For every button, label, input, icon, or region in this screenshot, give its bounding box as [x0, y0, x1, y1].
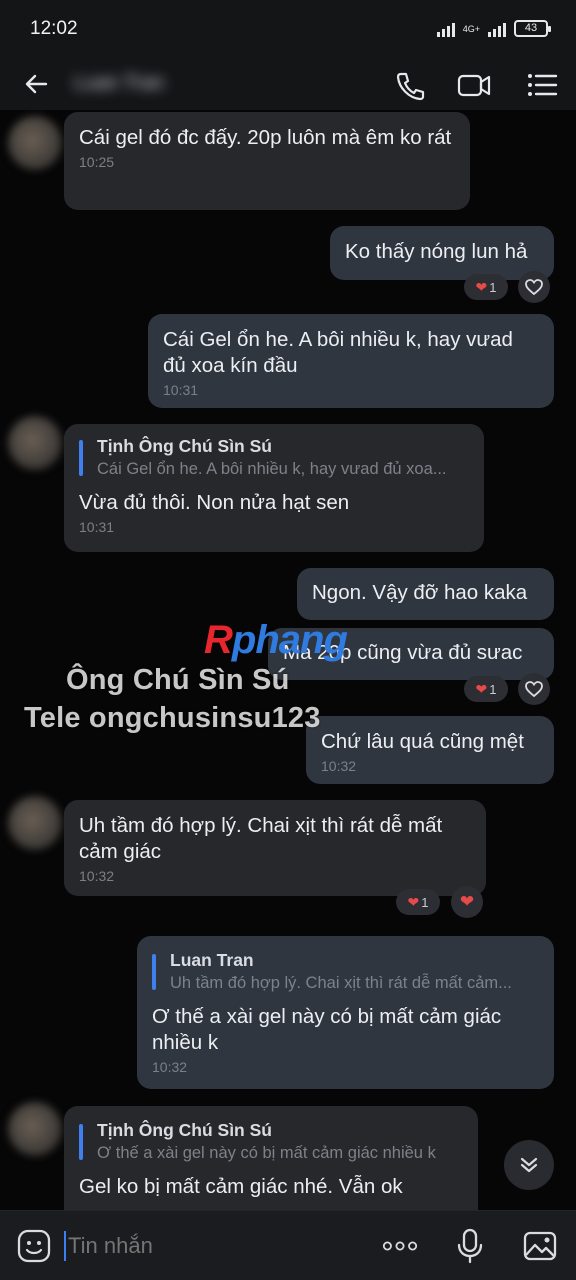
avatar[interactable] [8, 416, 62, 470]
watermark-text: Ông Chú Sìn Sú [66, 664, 290, 696]
more-dots-icon[interactable] [382, 1228, 418, 1264]
message-text: Uh tầm đó hợp lý. Chai xịt thì rát dễ mấ… [79, 814, 443, 863]
heart-icon: ❤ [459, 892, 475, 911]
quote-text: Cái Gel ổn he. A bôi nhiều k, hay vưad đ… [97, 460, 447, 478]
reaction-badge[interactable]: ❤ 1 [464, 676, 508, 702]
react-button[interactable]: ❤ [451, 886, 483, 918]
status-time: 12:02 [30, 18, 78, 39]
status-icons: 4G+ 43 [436, 20, 551, 37]
reaction-count: 1 [489, 279, 497, 295]
signal-icon [488, 21, 506, 37]
heart-icon: ❤ [407, 893, 420, 910]
chevron-down-icon [520, 1157, 538, 1173]
message-outgoing[interactable]: Ngon. Vậy đỡ hao kaka [297, 568, 554, 620]
avatar[interactable] [8, 116, 62, 170]
scroll-to-bottom-button[interactable] [504, 1140, 554, 1190]
message-incoming[interactable]: Uh tầm đó hợp lý. Chai xịt thì rát dễ mấ… [64, 800, 486, 896]
message-text: Ơ thế a xài gel này có bị mất cảm giác n… [152, 1005, 502, 1054]
video-camera-icon[interactable] [456, 68, 492, 102]
react-button[interactable] [518, 271, 550, 303]
message-outgoing[interactable]: Ko thấy nóng lun hả [330, 226, 554, 280]
quoted-message[interactable]: Tịnh Ông Chú Sìn Sú Ơ thế a xài gel này … [79, 1118, 464, 1164]
menu-icon[interactable] [524, 68, 560, 102]
heart-icon [525, 681, 543, 698]
message-text: Cái gel đó đc đấy. 20p luôn mà êm ko rát [79, 126, 452, 149]
quote-author: Tịnh Ông Chú Sìn Sú [97, 1120, 272, 1140]
message-outgoing[interactable]: Mà 20p cũng vừa đủ sưac [268, 628, 554, 680]
message-incoming[interactable]: Cái gel đó đc đấy. 20p luôn mà êm ko rát… [64, 112, 470, 210]
chat-messages[interactable]: Cái gel đó đc đấy. 20p luôn mà êm ko rát… [0, 110, 576, 1210]
microphone-icon[interactable] [452, 1228, 488, 1264]
image-icon[interactable] [522, 1228, 558, 1264]
quote-author: Luan Tran [170, 950, 254, 970]
message-incoming-reply[interactable]: Tịnh Ông Chú Sìn Sú Cái Gel ổn he. A bôi… [64, 424, 484, 552]
signal-icon [436, 21, 455, 37]
message-outgoing[interactable]: Cái Gel ổn he. A bôi nhiều k, hay vưad đ… [148, 314, 554, 408]
battery-icon: 43 [514, 20, 551, 37]
message-text: Cái Gel ổn he. A bôi nhiều k, hay vưad đ… [163, 328, 513, 377]
quoted-message[interactable]: Luan Tran Uh tầm đó hợp lý. Chai xịt thì… [152, 948, 540, 994]
message-time: 10:32 [152, 1059, 188, 1075]
quote-author: Tịnh Ông Chú Sìn Sú [97, 436, 272, 456]
reaction-badge[interactable]: ❤ 1 [396, 889, 440, 915]
message-time: 10:25 [79, 154, 115, 170]
phone-icon[interactable] [392, 68, 428, 102]
message-incoming-reply[interactable]: Tịnh Ông Chú Sìn Sú Ơ thế a xài gel này … [64, 1106, 478, 1210]
back-arrow-icon[interactable] [22, 69, 52, 99]
message-outgoing-reply[interactable]: Luan Tran Uh tầm đó hợp lý. Chai xịt thì… [137, 936, 554, 1089]
heart-icon: ❤ [475, 680, 488, 697]
message-text: Vừa đủ thôi. Non nửa hạt sen [79, 491, 350, 514]
quoted-message[interactable]: Tịnh Ông Chú Sìn Sú Cái Gel ổn he. A bôi… [79, 434, 470, 480]
heart-icon [525, 279, 543, 296]
message-time: 10:32 [321, 758, 357, 774]
message-time: 10:32 [79, 868, 115, 884]
heart-icon: ❤ [475, 278, 488, 295]
avatar[interactable] [8, 1102, 62, 1156]
message-text: Chứ lâu quá cũng mệt [321, 730, 524, 753]
reaction-badge[interactable]: ❤ 1 [464, 274, 508, 300]
message-text: Gel ko bị mất cảm giác nhé. Vẫn ok [79, 1175, 403, 1198]
reaction-count: 1 [421, 894, 429, 910]
message-text: Ngon. Vậy đỡ hao kaka [312, 581, 528, 604]
message-text: Ko thấy nóng lun hả [345, 240, 528, 263]
network-type: 4G+ [462, 23, 480, 34]
message-input[interactable] [64, 1231, 344, 1261]
contact-name[interactable]: Luan Tran [74, 72, 164, 95]
watermark-text: Tele ongchusinsu123 [24, 702, 321, 734]
message-outgoing[interactable]: Chứ lâu quá cũng mệt 10:32 [306, 716, 554, 784]
message-time: 10:31 [79, 519, 115, 535]
quote-text: Ơ thế a xài gel này có bị mất cảm giác n… [97, 1144, 436, 1162]
react-button[interactable] [518, 673, 550, 705]
message-composer [0, 1210, 576, 1280]
message-text: Mà 20p cũng vừa đủ sưac [283, 641, 523, 664]
sticker-icon[interactable] [16, 1228, 52, 1264]
quote-text: Uh tầm đó hợp lý. Chai xịt thì rát dễ mấ… [170, 974, 512, 992]
status-bar: 12:02 4G+ 43 [0, 0, 576, 60]
avatar[interactable] [8, 796, 62, 850]
message-time: 10:31 [163, 382, 199, 398]
chat-header: Luan Tran [0, 60, 576, 110]
reaction-count: 1 [489, 681, 497, 697]
